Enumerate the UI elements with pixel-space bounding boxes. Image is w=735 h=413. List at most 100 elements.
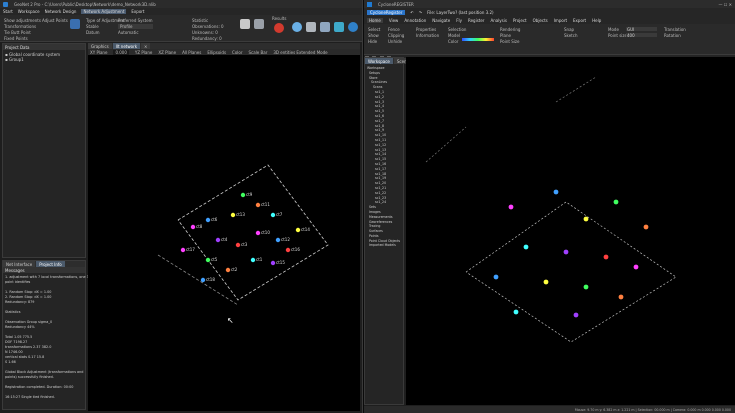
point-cloud-plot[interactable] — [406, 57, 735, 405]
export-icon[interactable] — [334, 22, 344, 32]
scan-target-marker[interactable] — [613, 199, 619, 205]
ribbon-show-adjustments[interactable]: Show adjustments — [4, 18, 41, 23]
ribbon-transformations[interactable]: Transformations — [4, 24, 41, 29]
toolbar-xy-plane[interactable]: XY Plane — [90, 50, 107, 55]
menu-start[interactable]: Start — [3, 9, 13, 14]
ribbon-fixed-points[interactable]: Fixed Points — [4, 36, 41, 41]
app-menu-button[interactable]: CycloneRegister — [367, 10, 406, 15]
rb-translation[interactable]: Translation — [664, 27, 686, 32]
rb-point-size[interactable]: Point Size — [500, 39, 520, 44]
scan-target-marker[interactable] — [618, 294, 624, 300]
rb-show[interactable]: Show — [368, 33, 380, 38]
tab-ilt-network[interactable]: Ilt network — [112, 43, 141, 49]
scan-target-marker[interactable] — [643, 224, 649, 230]
network-point[interactable] — [270, 260, 276, 266]
menu-import[interactable]: Import — [554, 18, 567, 23]
toolbar-color[interactable]: Color — [232, 50, 242, 55]
point-cloud-view[interactable] — [406, 57, 735, 405]
network-point[interactable] — [270, 212, 276, 218]
scan-target-marker[interactable] — [583, 216, 589, 222]
menu-network-design[interactable]: Network Design — [45, 9, 77, 14]
rb-information[interactable]: Information — [416, 33, 439, 38]
info-icon[interactable] — [348, 22, 358, 32]
menu-analysis[interactable]: Analysis — [490, 18, 506, 23]
menu-home[interactable]: Home — [367, 18, 383, 23]
rb-clipping[interactable]: Clipping — [388, 33, 404, 38]
scene-tree-item[interactable]: Imported Models — [367, 243, 401, 248]
scan-target-marker[interactable] — [583, 284, 589, 290]
rb-sketch[interactable]: Sketch — [564, 33, 577, 38]
rb-select[interactable]: Select — [368, 27, 380, 32]
network-point[interactable] — [215, 237, 221, 243]
tab-net-interface[interactable]: Net Interface — [3, 261, 36, 267]
menu-annotation[interactable]: Annotation — [404, 18, 426, 23]
chart-icon[interactable] — [240, 19, 250, 29]
scan-target-marker[interactable] — [603, 254, 609, 260]
menu-fly[interactable]: Fly — [456, 18, 462, 23]
redo-icon[interactable]: ↷ — [419, 10, 422, 15]
tab-workspace[interactable]: Workspace — [365, 58, 393, 64]
settings-gear-icon[interactable] — [292, 22, 302, 32]
network-point[interactable] — [285, 247, 291, 253]
scan-target-marker[interactable] — [493, 274, 499, 280]
network-point[interactable] — [190, 224, 196, 230]
menu-navigate[interactable]: Navigate — [432, 18, 450, 23]
menu-workspace[interactable]: Workspace — [18, 9, 40, 14]
toolbar-scale-bar[interactable]: Scale Bar — [248, 50, 267, 55]
rb-fence[interactable]: Fence — [388, 27, 404, 32]
scan-target-marker[interactable] — [513, 309, 519, 315]
tab-project-info[interactable]: Project Info — [36, 261, 65, 267]
ribbon-tie-butt-point[interactable]: Tie Butt Point — [4, 30, 41, 35]
scan-target-marker[interactable] — [573, 312, 579, 318]
network-point[interactable] — [255, 202, 261, 208]
network-point[interactable] — [225, 267, 231, 273]
network-point[interactable] — [275, 237, 281, 243]
menu-export[interactable]: Export — [131, 9, 144, 14]
toolbar-yz-plane[interactable]: YZ Plane — [135, 50, 152, 55]
network-point[interactable] — [295, 227, 301, 233]
scan-target-marker[interactable] — [563, 249, 569, 255]
toolbar-ellipsoids[interactable]: Ellipsoids — [207, 50, 226, 55]
rb-plane[interactable]: Plane — [500, 33, 520, 38]
rb-hide[interactable]: Hide — [368, 39, 380, 44]
ribbon-adjust-points[interactable]: Adjust Points — [42, 18, 68, 23]
tab-close-icon[interactable]: × — [141, 43, 151, 49]
scan-target-marker[interactable] — [543, 279, 549, 285]
network-point[interactable] — [200, 277, 206, 283]
database-icon[interactable] — [306, 22, 316, 32]
network-icon[interactable] — [320, 22, 330, 32]
point-size-combo[interactable]: 400 — [626, 33, 657, 38]
scan-target-marker[interactable] — [523, 244, 529, 250]
toolbar-all-planes[interactable]: All Planes — [182, 50, 201, 55]
tab-graphics[interactable]: Graphics — [88, 43, 112, 49]
scan-target-marker[interactable] — [633, 264, 639, 270]
toolbar-xz-plane[interactable]: XZ Plane — [158, 50, 176, 55]
network-point[interactable] — [235, 242, 241, 248]
cancel-tool-icon[interactable] — [274, 23, 284, 33]
rb-snap[interactable]: Snap — [564, 27, 577, 32]
network-plot[interactable]: ct8 ct6 ct13 ct9 ct11 ct7 ct4 ct3 ct10 ct12 ct14 ct… — [88, 55, 360, 411]
menu-view[interactable]: View — [389, 18, 399, 23]
network-point[interactable] — [240, 192, 246, 198]
window-controls[interactable]: — ☐ ✕ — [719, 2, 732, 7]
network-point[interactable] — [255, 230, 261, 236]
ribbon-profile[interactable]: Profile — [118, 24, 153, 29]
menu-export[interactable]: Export — [573, 18, 586, 23]
scan-target-marker[interactable] — [553, 189, 559, 195]
color-ramp-bar[interactable] — [462, 38, 494, 41]
report-icon[interactable] — [254, 19, 264, 29]
menu-register[interactable]: Register — [468, 18, 484, 23]
undo-icon[interactable]: ↶ — [410, 10, 413, 15]
rb-rotation[interactable]: Rotation — [664, 33, 686, 38]
network-point[interactable] — [180, 247, 186, 253]
toolbar-extended-mode[interactable]: 3D entities Extended Mode — [273, 50, 327, 55]
toolbar-xy-value[interactable]: 0.000 — [113, 49, 129, 55]
rb-rendering[interactable]: Rendering — [500, 27, 520, 32]
menu-help[interactable]: Help — [592, 18, 601, 23]
network-point[interactable] — [250, 257, 256, 263]
network-point[interactable] — [205, 257, 211, 263]
network-point[interactable] — [230, 212, 236, 218]
rb-properties[interactable]: Properties — [416, 27, 439, 32]
rb-unhide[interactable]: Unhide — [388, 39, 404, 44]
graphics-view[interactable]: Graphics Ilt network × XY Plane 0.000 YZ… — [88, 43, 360, 411]
